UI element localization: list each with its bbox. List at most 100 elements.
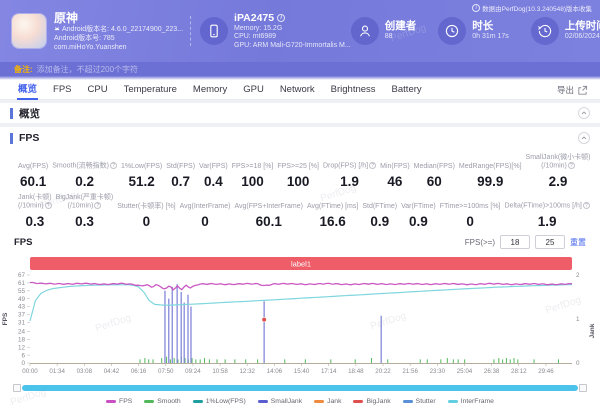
- legend-label: 1%Low(FPS): [206, 398, 246, 405]
- metric-value: 0.9: [401, 214, 436, 229]
- info-icon[interactable]: ?: [369, 162, 376, 169]
- device-info-icon[interactable]: i: [277, 14, 285, 22]
- note-label: 备注:: [14, 64, 33, 75]
- y-axis-tick: 18: [18, 337, 26, 344]
- device-gpu: GPU: ARM Mali-G720-Immortalis M...: [234, 42, 351, 51]
- android-version-name: Android版本名: 4.6.0_22174900_223...: [62, 25, 183, 34]
- tab-list: 概览FPSCPUTemperatureMemoryGPUNetworkBrigh…: [10, 80, 430, 100]
- fps-threshold-input-2[interactable]: [535, 235, 565, 249]
- x-axis-tick: 10:58: [212, 368, 228, 375]
- slider-right-handle[interactable]: [579, 384, 587, 392]
- header-divider: [190, 16, 191, 46]
- x-axis-tick: 03:08: [77, 368, 93, 375]
- metric-label: SmallJank(微小卡顿)(/10min)?: [526, 154, 591, 172]
- bigjank-marker: [262, 317, 267, 322]
- legend-item-interframe[interactable]: InterFrame: [448, 398, 494, 405]
- legend-label: Jank: [327, 398, 341, 405]
- legend-color-dash: [353, 400, 363, 403]
- y-axis-tick: 43: [18, 304, 26, 311]
- metric-value: 2.9: [526, 174, 591, 189]
- upload-time-label: 上传时间: [565, 20, 600, 33]
- tab-2[interactable]: FPS: [45, 80, 79, 100]
- device-memory: Memory: 15.2G: [234, 25, 351, 34]
- tab-9[interactable]: Battery: [384, 80, 430, 100]
- metric-label: 1%Low(FPS): [121, 163, 162, 172]
- legend-color-dash: [448, 400, 458, 403]
- fps-filter-label: FPS(>=): [465, 238, 495, 247]
- metric-cell: Jank(卡顿)(/10min)?0.3: [16, 194, 54, 230]
- note-placeholder: 添加备注，不超过200个字符: [37, 64, 138, 75]
- metric-label: Avg(InterFrame): [180, 203, 231, 212]
- info-icon: i: [472, 4, 480, 12]
- section-accent-bar: [10, 108, 13, 119]
- y-axis-tick: 12: [18, 344, 26, 351]
- fps-chart-title: FPS: [14, 237, 32, 248]
- fps-threshold-input-1[interactable]: [500, 235, 530, 249]
- metric-label: Avg(FPS): [18, 163, 48, 172]
- slider-track[interactable]: [22, 385, 578, 391]
- overview-section: 概览: [0, 103, 600, 123]
- metric-value: 0: [180, 214, 231, 229]
- legend-item-stutter[interactable]: Stutter: [403, 398, 436, 405]
- fps-chart-svg[interactable]: label16761554943373124181260210FPSJank00…: [0, 251, 600, 375]
- perfdog-report-page: 原神 Android版本名: 4.6.0_22174900_223... And…: [0, 0, 600, 407]
- metric-label: Var(FTime): [401, 203, 436, 212]
- metric-label: Smooth(流畅指数)?: [52, 162, 117, 171]
- x-axis-tick: 06:16: [131, 368, 147, 375]
- legend-item-smalljank[interactable]: SmallJank: [258, 398, 302, 405]
- metric-value: 0.2: [52, 174, 117, 189]
- info-icon[interactable]: ?: [568, 162, 575, 169]
- overview-section-title: 概览: [19, 106, 40, 121]
- metric-value: 60: [414, 174, 455, 189]
- chart-range-slider: [13, 383, 587, 393]
- upload-time-block: 上传时间 02/06/2024 21:18:28: [531, 17, 600, 45]
- tab-5[interactable]: Memory: [185, 80, 235, 100]
- fps-collapse-button[interactable]: [578, 132, 590, 144]
- metric-cell: SmallJank(微小卡顿)(/10min)? 2.9: [524, 154, 593, 190]
- tab-6[interactable]: GPU: [235, 80, 272, 100]
- fps-section: FPS Avg(FPS)60.1Smooth(流畅指数)? 0.2 1%Low(FP…: [0, 127, 600, 407]
- tab-4[interactable]: Temperature: [116, 80, 185, 100]
- legend-item-fps[interactable]: FPS: [106, 398, 132, 405]
- metric-value: 51.2: [121, 174, 162, 189]
- person-icon: [357, 23, 373, 39]
- fps-chart-area[interactable]: label16761554943373124181260210FPSJank00…: [0, 251, 600, 380]
- info-icon[interactable]: ?: [45, 202, 52, 209]
- slider-left-handle[interactable]: [13, 384, 21, 392]
- info-icon[interactable]: ?: [110, 162, 117, 169]
- legend-color-dash: [314, 400, 324, 403]
- x-axis-tick: 09:24: [185, 368, 201, 375]
- x-axis-tick: 26:38: [484, 368, 500, 375]
- tab-1[interactable]: 概览: [10, 80, 45, 100]
- android-version-no: Android版本号: 785: [54, 34, 115, 43]
- legend-item-smooth[interactable]: Smooth: [144, 398, 180, 405]
- metric-value: 1.9: [505, 214, 590, 229]
- export-button[interactable]: 导出: [557, 80, 588, 100]
- y-axis-tick: 61: [18, 280, 26, 287]
- x-axis-tick: 17:14: [321, 368, 337, 375]
- y-axis-tick: 6: [21, 352, 25, 359]
- legend-color-dash: [106, 400, 116, 403]
- duration-label: 时长: [472, 20, 509, 33]
- x-axis-tick: 04:42: [104, 368, 120, 375]
- tab-7[interactable]: Network: [272, 80, 323, 100]
- legend-item-1-low-fps-[interactable]: 1%Low(FPS): [193, 398, 246, 405]
- info-icon[interactable]: ?: [583, 202, 590, 209]
- metric-label: BigJank(严重卡顿)(/10min)?: [56, 194, 114, 212]
- tab-3[interactable]: CPU: [80, 80, 116, 100]
- x-axis-tick: 07:50: [158, 368, 174, 375]
- fps-section-title: FPS: [19, 132, 39, 144]
- upload-time-value: 02/06/2024 21:18:28: [565, 33, 600, 42]
- tab-8[interactable]: Brightness: [323, 80, 384, 100]
- overview-collapse-button[interactable]: [578, 107, 590, 119]
- legend-item-jank[interactable]: Jank: [314, 398, 341, 405]
- legend-item-bigjank[interactable]: BigJank: [353, 398, 390, 405]
- note-bar[interactable]: 备注: 添加备注，不超过200个字符: [0, 62, 600, 76]
- x-axis-tick: 18:48: [348, 368, 364, 375]
- x-axis-tick: 29:46: [538, 368, 554, 375]
- metric-label: Min(FPS): [380, 163, 410, 172]
- fps-reset-button[interactable]: 重置: [570, 237, 586, 248]
- info-icon[interactable]: ?: [94, 202, 101, 209]
- device-cpu: CPU: mt6989: [234, 33, 351, 42]
- metric-cell: Avg(FPS)60.1: [16, 163, 50, 190]
